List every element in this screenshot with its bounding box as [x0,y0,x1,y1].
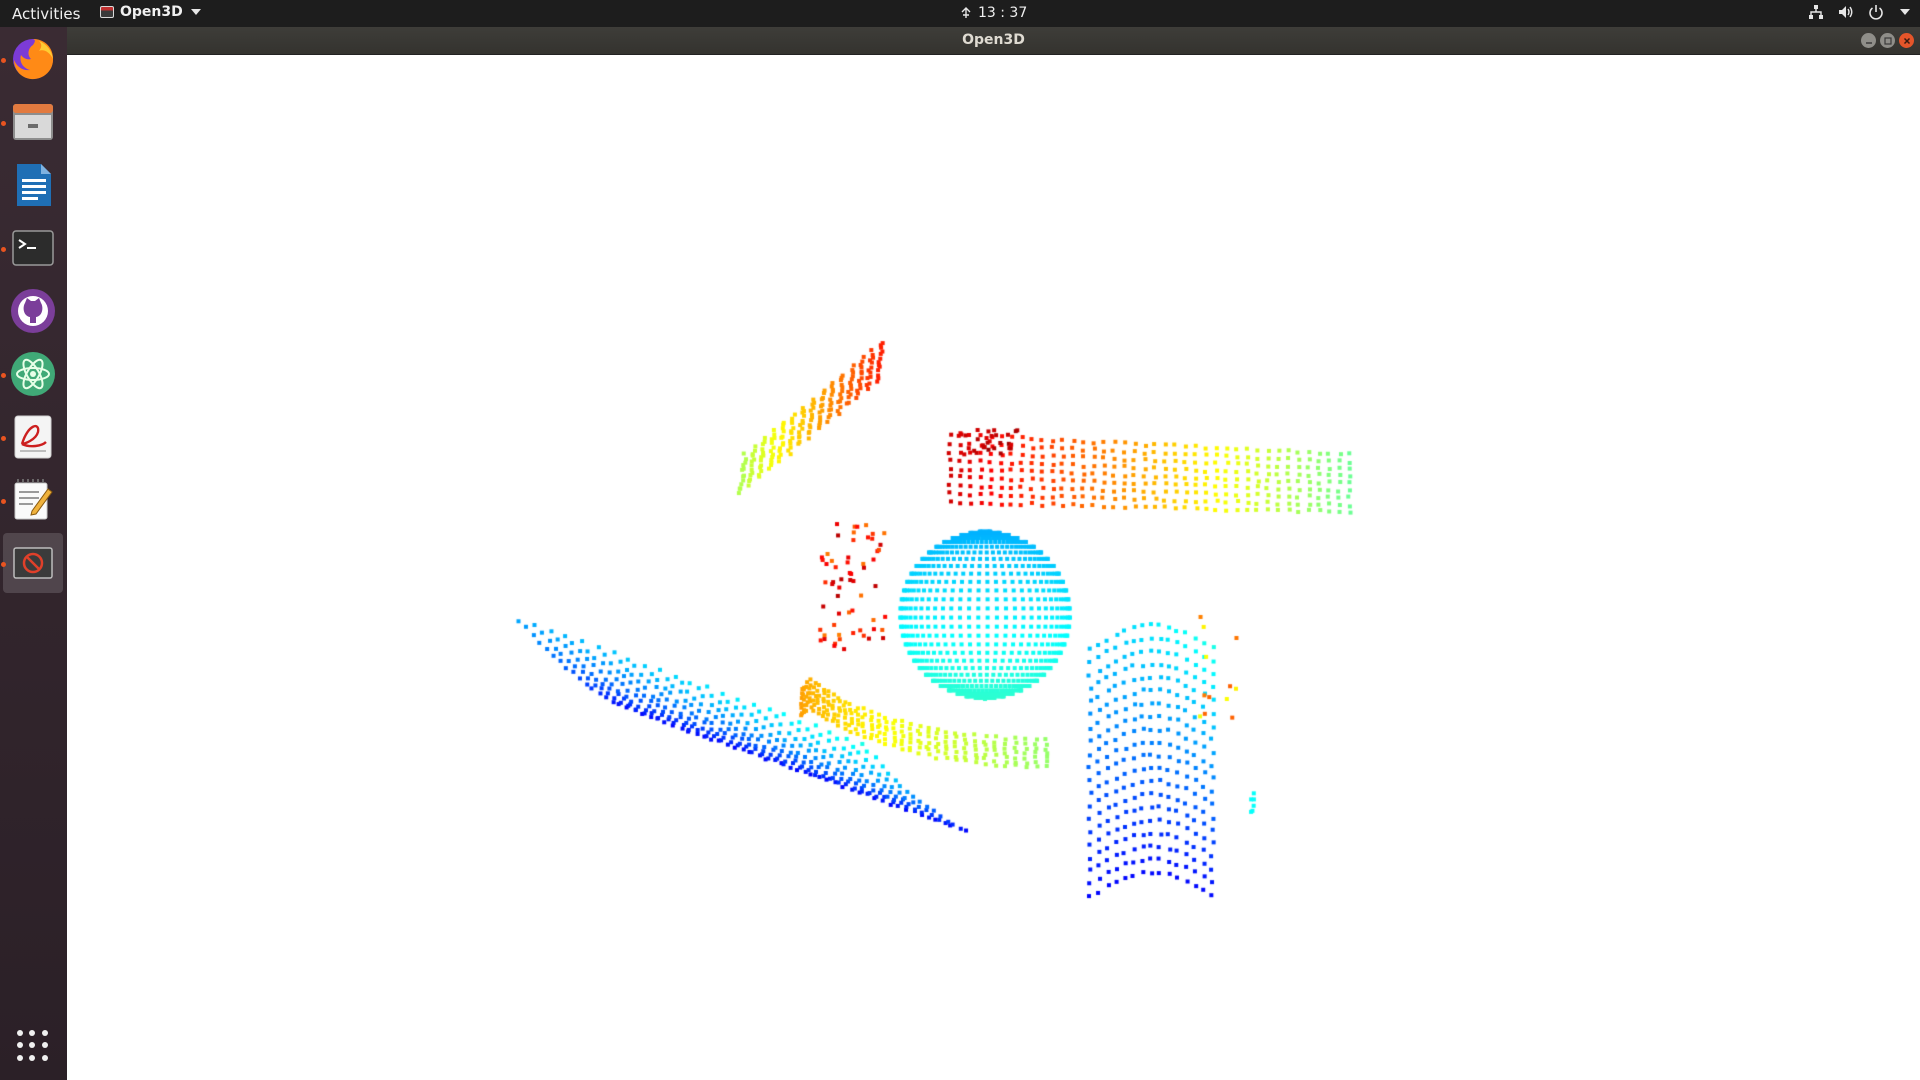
running-indicator [1,562,6,567]
dock-item-open3d[interactable] [3,533,63,593]
atom-icon [11,352,55,396]
dock-item-document-viewer[interactable] [3,407,63,467]
running-indicator [1,373,6,378]
dock-item-text-editor[interactable] [3,470,63,530]
dock-item-terminal[interactable] [3,218,63,278]
open3d-viewport[interactable] [67,55,1920,1080]
chevron-down-icon [190,9,201,15]
running-indicator [1,58,6,63]
minimize-button[interactable] [1861,33,1876,48]
firefox-icon [13,39,54,80]
app-menu-label: Open3D [120,4,183,20]
running-indicator [1,121,6,126]
dock-item-firefox[interactable] [3,29,63,89]
terminal-icon [12,230,54,266]
clock-label: 13 : 37 [978,5,1028,21]
writer-icon [17,164,51,206]
running-indicator [1,247,6,252]
app-menu[interactable]: Open3D [100,4,201,20]
top-bar: Activities Open3D 13 : 37 [0,0,1920,27]
files-icon [13,104,53,140]
maximize-icon [1883,36,1892,45]
running-indicator [1,436,6,441]
volume-icon[interactable] [1838,4,1854,20]
pdf-viewer-icon [14,415,52,459]
dock-item-files[interactable] [3,92,63,152]
github-icon [11,289,55,333]
dock [0,27,67,1080]
text-editor-icon [14,479,53,520]
maximize-button[interactable] [1880,33,1895,48]
window-titlebar[interactable]: Open3D [67,27,1920,55]
system-menu-caret-icon[interactable] [1898,9,1910,15]
window-title: Open3D [962,32,1025,48]
clock[interactable]: 13 : 37 [960,5,1027,21]
app-grid-icon[interactable] [17,1030,49,1062]
night-light-icon [961,7,971,18]
close-button[interactable] [1899,33,1914,48]
point-cloud-canvas[interactable] [67,55,1920,1080]
minimize-icon [1865,41,1872,44]
open3d-window-icon [13,547,53,579]
dock-item-atom[interactable] [3,344,63,404]
power-icon[interactable] [1868,4,1884,20]
close-icon [1903,37,1910,44]
dock-item-github[interactable] [3,281,63,341]
running-indicator [1,499,6,504]
system-tray[interactable] [1808,4,1910,20]
dock-item-writer[interactable] [3,155,63,215]
network-icon[interactable] [1808,4,1824,20]
app-menu-icon [100,6,114,18]
activities-button[interactable]: Activities [12,5,80,23]
